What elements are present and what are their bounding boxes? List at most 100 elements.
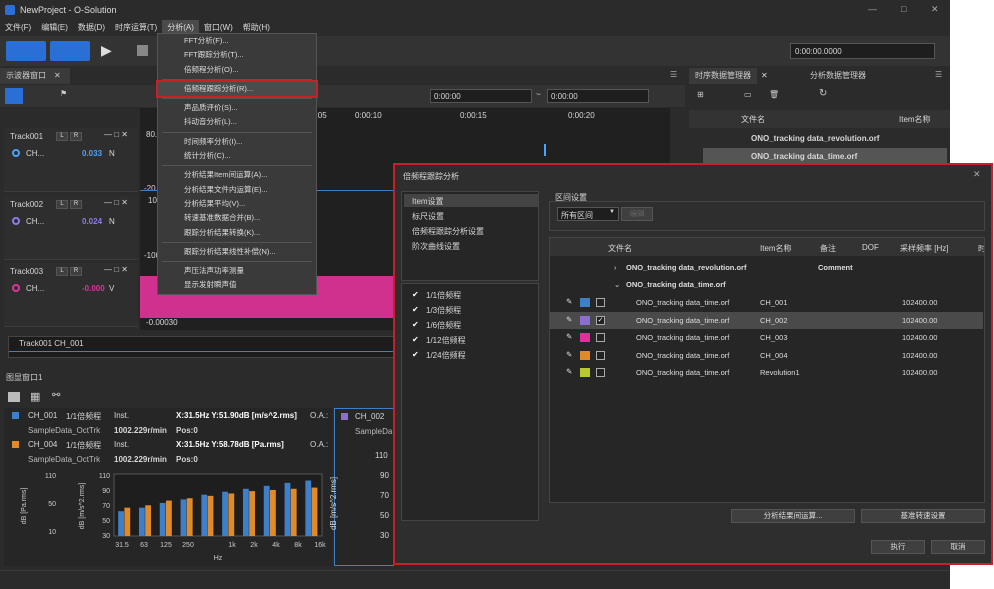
tab-close-icon[interactable]: ✕ (54, 71, 61, 80)
minimize-button[interactable]: — (868, 4, 877, 14)
time-to-input[interactable]: 0:00:00 (547, 89, 649, 103)
analysis-menu-item[interactable]: 分析结果平均(V)... (158, 197, 316, 211)
row-checkbox[interactable] (596, 333, 605, 342)
analysis-menu-item[interactable]: FFT跟踪分析(T)... (158, 48, 316, 62)
analysis-menu-item[interactable]: 抖动音分析(L)... (158, 115, 316, 129)
table-row[interactable]: ✎ ONO_tracking data_time.orf CH_003 102400.… (550, 329, 983, 346)
right-channel-toggle[interactable]: R (70, 267, 82, 276)
refresh-icon[interactable]: ↻ (819, 88, 827, 99)
track-3[interactable]: Track003 L R — □ ✕ CH... -0.000 V (4, 263, 138, 327)
nav-item-scale[interactable]: 标尺设置 (412, 211, 444, 222)
play-icon[interactable]: ▶ (101, 42, 112, 59)
pin-icon[interactable]: ✎ (566, 367, 572, 376)
tab-time-data-manager[interactable]: 时序数据管理器 (689, 68, 757, 84)
result-calc-button[interactable]: 分析结果间运算... (731, 509, 855, 523)
table-column-header[interactable]: DOF (862, 243, 879, 252)
table-row[interactable]: ✎ ONO_tracking data_time.orf CH_001 102400.… (550, 294, 983, 311)
tab-close-icon[interactable]: ✕ (761, 71, 768, 80)
left-channel-toggle[interactable]: L (56, 132, 68, 141)
octave-bar-chart[interactable]: 110 90 70 50 30 110 50 10 31.5 63 125 250 1k 2k 4k 8k 16… (4, 466, 332, 566)
dialog-close-icon[interactable]: ✕ (973, 169, 981, 180)
time-display[interactable]: 0:00:00.0000 (790, 43, 935, 59)
pin-icon[interactable]: ✎ (566, 350, 572, 359)
layout-icon[interactable] (6, 41, 46, 61)
track-2[interactable]: Track002 L R — □ ✕ CH... 0.024 N (4, 196, 138, 260)
analysis-menu-item[interactable]: 分析结果文件内运算(E)... (158, 183, 316, 197)
link-icon[interactable]: ⚯ (52, 390, 60, 401)
nav-item-settings[interactable]: Item设置 (412, 196, 444, 207)
track-1[interactable]: Track001 L R — □ ✕ CH... 0.033 N (4, 128, 138, 192)
row-checkbox[interactable]: ✓ (596, 315, 605, 325)
tab-graph-window[interactable]: 图显窗口1 (0, 370, 48, 386)
menu-time-calc[interactable]: 时序运算(T) (110, 20, 162, 35)
analysis-menu-item[interactable]: 声品质评价(S)... (158, 101, 316, 115)
nav-item-order[interactable]: 阶次曲线设置 (412, 241, 460, 252)
channel-radio-icon[interactable] (12, 149, 20, 157)
row-checkbox[interactable] (596, 368, 605, 377)
file-row[interactable]: ONO_tracking data_revolution.orf (751, 134, 879, 143)
print-icon[interactable] (8, 392, 20, 402)
cursor-tool-icon[interactable] (5, 88, 23, 104)
column-item[interactable]: Item名称 (899, 114, 931, 125)
analysis-menu-item[interactable]: 跟踪分析结果转换(K)... (158, 226, 316, 240)
monitor-icon[interactable] (50, 41, 90, 61)
row-checkbox[interactable] (596, 298, 605, 307)
maximize-button[interactable]: □ (901, 4, 906, 14)
expand-icon[interactable]: ⌄ (614, 280, 620, 289)
left-channel-toggle[interactable]: L (56, 267, 68, 276)
analysis-menu-item[interactable]: 分析结果Item间运算(A)... (158, 168, 316, 182)
file-row[interactable]: ONO_tracking data_time.orf (751, 152, 857, 161)
nav-item-analysis[interactable]: 倍频程跟踪分析设置 (412, 226, 484, 237)
track-window-controls[interactable]: — □ ✕ (104, 265, 128, 274)
right-channel-toggle[interactable]: R (70, 200, 82, 209)
right-channel-toggle[interactable]: R (70, 132, 82, 141)
add-icon[interactable]: ⊞ (697, 90, 704, 99)
table-row[interactable]: ✎ ONO_tracking data_time.orf Revolution1 10… (550, 364, 983, 381)
track-window-controls[interactable]: — □ ✕ (104, 130, 128, 139)
octave-checkbox[interactable]: ✔ (412, 350, 419, 359)
menu-file[interactable]: 文件(F) (0, 20, 36, 35)
pin-icon[interactable]: ✎ (566, 332, 572, 341)
time-from-input[interactable]: 0:00:00 (430, 89, 532, 103)
table-column-header[interactable]: 采样频率 [Hz] (900, 243, 948, 254)
cancel-button[interactable]: 取消 (931, 540, 985, 554)
expand-icon[interactable]: › (614, 263, 617, 272)
column-file[interactable]: 文件名 (741, 114, 765, 125)
ref-speed-button[interactable]: 基准转速设置 (861, 509, 985, 523)
menu-edit[interactable]: 编辑(E) (36, 20, 73, 35)
left-channel-toggle[interactable]: L (56, 200, 68, 209)
analysis-menu-item[interactable]: 倍频程分析(O)... (158, 63, 316, 77)
close-window-button[interactable]: ✕ (931, 4, 939, 15)
pin-icon[interactable]: ✎ (566, 297, 572, 306)
menu-data[interactable]: 数据(D) (73, 20, 110, 35)
track-window-controls[interactable]: — □ ✕ (104, 198, 128, 207)
channel-radio-icon[interactable] (12, 217, 20, 225)
octave-checkbox[interactable]: ✔ (412, 320, 419, 329)
stop-icon[interactable] (137, 45, 148, 56)
channel-radio-icon[interactable] (12, 284, 20, 292)
analysis-menu-item[interactable]: 倍频程跟踪分析(R)... (156, 79, 318, 99)
octave-checkbox[interactable]: ✔ (412, 290, 419, 299)
grid-icon[interactable]: ▦ (30, 390, 40, 403)
analysis-menu-item[interactable]: FFT分析(F)... (158, 34, 316, 48)
folder-icon[interactable]: ▭ (744, 90, 752, 99)
analysis-menu-item[interactable]: 时间频率分析(I)... (158, 135, 316, 149)
analysis-menu-item[interactable]: 声压法声功率测量 (158, 264, 316, 278)
range-edit-button[interactable]: 编辑 (621, 207, 653, 221)
analysis-menu-item[interactable]: 显示发射瞬声值 (158, 278, 316, 292)
flag-icon[interactable]: ⚑ (60, 89, 67, 98)
table-row[interactable]: ✎ ONO_tracking data_time.orf CH_004 102400.… (550, 347, 983, 364)
execute-button[interactable]: 执行 (871, 540, 925, 554)
table-column-header[interactable]: 时 (978, 243, 984, 254)
table-column-header[interactable]: 备注 (820, 243, 836, 254)
tab-oscilloscope[interactable]: 示波器窗口 ✕ (0, 68, 70, 84)
tab-analysis-data-manager[interactable]: 分析数据管理器 (804, 68, 872, 84)
analysis-menu-item[interactable]: 转速基准数据合并(B)... (158, 211, 316, 225)
group-row[interactable]: ⌄ ONO_tracking data_time.orf (550, 277, 983, 294)
table-column-header[interactable]: 文件名 (608, 243, 632, 254)
delete-icon[interactable]: 🗑 (769, 90, 779, 99)
pin-icon[interactable]: ✎ (566, 315, 572, 324)
analysis-menu-item[interactable]: 统计分析(C)... (158, 149, 316, 163)
group-row[interactable]: › ONO_tracking data_revolution.orf Comment (550, 260, 983, 277)
panel-menu-icon[interactable]: ☰ (670, 70, 677, 79)
